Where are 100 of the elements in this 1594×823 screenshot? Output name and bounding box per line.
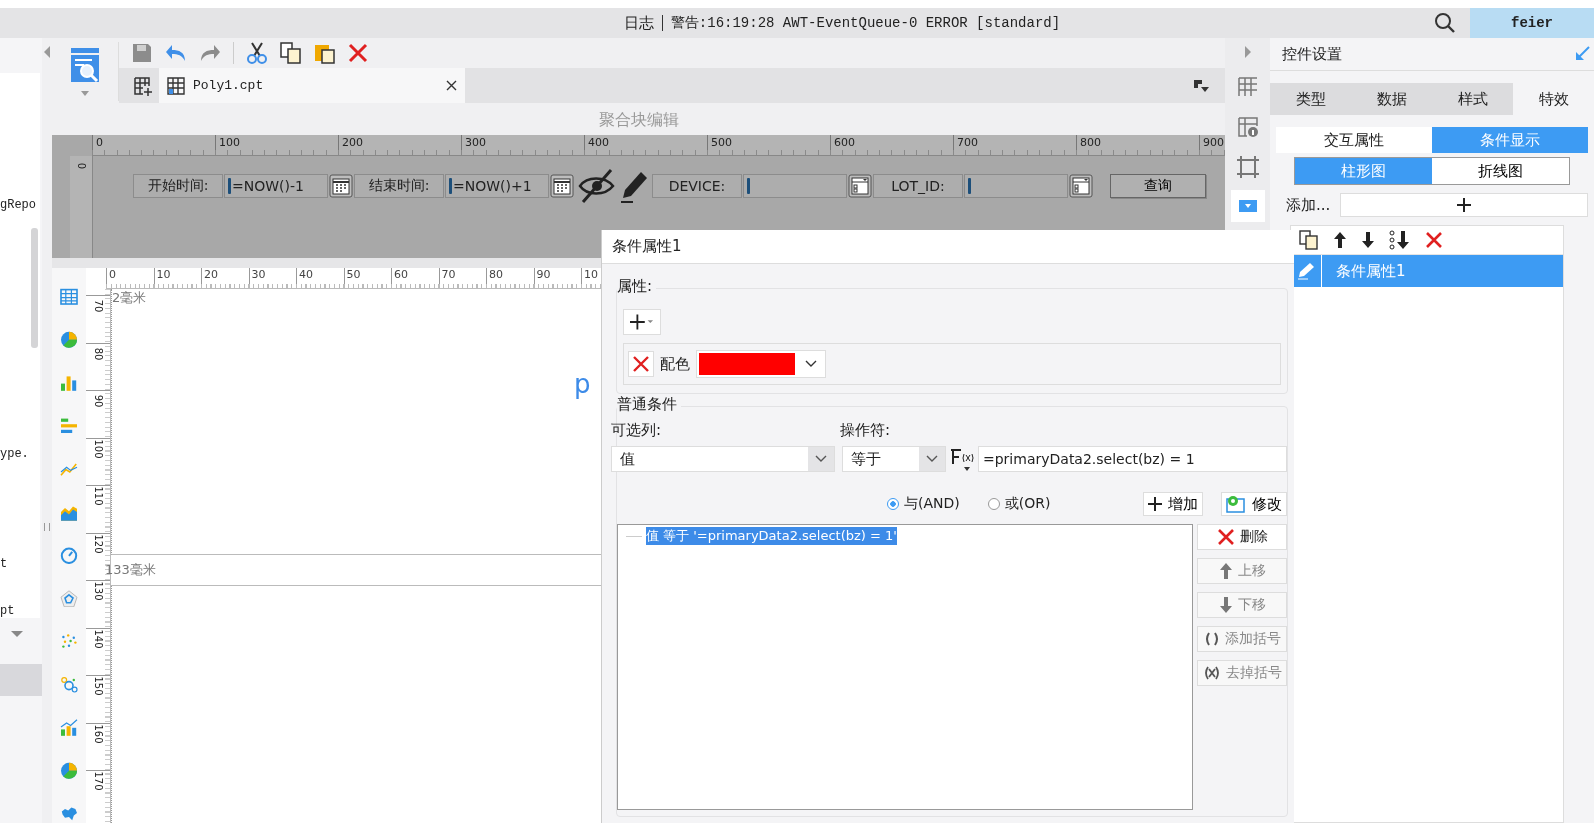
field-label: 操作符: bbox=[840, 421, 891, 440]
add-condition-button[interactable]: 增加 bbox=[1143, 492, 1203, 516]
plus-icon bbox=[630, 314, 654, 330]
ruler-label: 20 bbox=[201, 268, 249, 284]
dropdown-list-icon[interactable] bbox=[1069, 174, 1093, 198]
ruler-label: 90 bbox=[533, 268, 581, 284]
parameter-label: DEVICE: bbox=[652, 174, 742, 198]
ruler-label: 10 bbox=[153, 268, 201, 284]
chart-type-tab[interactable]: 折线图 bbox=[1432, 158, 1569, 184]
ruler-label: 400 bbox=[584, 135, 707, 150]
pie-chart-icon[interactable] bbox=[58, 762, 80, 780]
ruler-label: 40 bbox=[296, 268, 344, 284]
scrollbar[interactable] bbox=[31, 228, 38, 348]
color-picker[interactable] bbox=[696, 350, 826, 378]
copy-icon[interactable] bbox=[280, 42, 302, 64]
formula-icon[interactable] bbox=[949, 446, 975, 472]
settings-tab[interactable]: 数据 bbox=[1351, 83, 1432, 115]
ruler-label: 500 bbox=[707, 135, 830, 150]
condition-action-button[interactable]: 删除 bbox=[1197, 524, 1287, 550]
cell-info-icon[interactable] bbox=[1236, 116, 1259, 138]
arrow-up-icon[interactable] bbox=[1333, 231, 1347, 249]
widget-settings-tab[interactable] bbox=[1230, 190, 1265, 222]
parameter-input-field[interactable] bbox=[743, 174, 847, 198]
log-label[interactable]: 日志 bbox=[623, 13, 654, 33]
cut-icon[interactable] bbox=[246, 42, 268, 64]
ruler-label: 50 bbox=[343, 268, 391, 284]
file-name-fragment[interactable]: pt bbox=[0, 604, 15, 618]
arrow-down-icon[interactable] bbox=[1361, 231, 1375, 249]
file-name-fragment[interactable]: gRepo bbox=[0, 198, 36, 212]
settings-tab[interactable]: 特效 bbox=[1513, 83, 1594, 115]
column-select[interactable]: 值 bbox=[611, 446, 835, 472]
move-to-bottom-icon[interactable] bbox=[1389, 230, 1411, 250]
redo-icon[interactable] bbox=[199, 43, 221, 63]
arrow-down-icon bbox=[1218, 596, 1233, 614]
file-name-fragment[interactable]: ype. bbox=[0, 447, 29, 461]
arrow-up-icon bbox=[1218, 562, 1233, 580]
ruler-label: 0 bbox=[106, 268, 154, 284]
parameter-label: LOT_ID: bbox=[873, 174, 963, 198]
ruler-label: 0 bbox=[92, 135, 215, 150]
undo-icon[interactable] bbox=[165, 43, 187, 63]
brackets-icon bbox=[1203, 631, 1220, 647]
block-editor-title: 聚合块编辑 bbox=[597, 108, 680, 131]
expand-arrow-icon[interactable] bbox=[1243, 46, 1252, 58]
ruler-label: 200 bbox=[338, 135, 461, 150]
operator-select[interactable]: 等于 bbox=[842, 446, 946, 472]
table-icon[interactable] bbox=[58, 288, 80, 306]
delete-icon[interactable] bbox=[1425, 231, 1443, 249]
combo-chart-icon[interactable] bbox=[58, 719, 80, 737]
frame-icon[interactable] bbox=[1236, 156, 1259, 178]
formula-input-field[interactable]: =primaryData2.select(bz) = 1 bbox=[978, 446, 1287, 472]
logic-radio[interactable]: 或(OR) bbox=[987, 495, 1051, 513]
dropdown-arrow-icon[interactable] bbox=[10, 630, 24, 638]
copy-icon[interactable] bbox=[1299, 230, 1319, 250]
file-tab[interactable]: Poly1.cpt bbox=[159, 68, 465, 103]
color-label: 配色 bbox=[660, 354, 690, 374]
ruler-label: 140 bbox=[92, 628, 104, 649]
splitter-grip[interactable] bbox=[44, 523, 50, 531]
paste-icon[interactable] bbox=[314, 42, 336, 64]
pie-chart-icon[interactable] bbox=[58, 331, 80, 349]
ruler-label: 30 bbox=[248, 268, 296, 284]
ruler-label: 600 bbox=[830, 135, 953, 150]
horizontal-bar-chart-icon[interactable] bbox=[58, 417, 80, 435]
logic-radio[interactable]: 与(AND) bbox=[887, 495, 960, 513]
search-icon[interactable] bbox=[1434, 12, 1456, 34]
close-icon[interactable] bbox=[446, 80, 457, 91]
add-label: 添加... bbox=[1286, 195, 1331, 215]
remove-button[interactable] bbox=[628, 351, 654, 377]
tab-menu-icon[interactable] bbox=[1193, 78, 1209, 93]
layout-grid-icon[interactable] bbox=[1236, 76, 1259, 98]
pin-arrow-icon[interactable] bbox=[1574, 46, 1590, 62]
settings-tab[interactable]: 类型 bbox=[1270, 83, 1351, 115]
parameter-input-field[interactable] bbox=[964, 174, 1068, 198]
gauge-icon[interactable] bbox=[58, 546, 80, 565]
modify-condition-button[interactable]: 修改 bbox=[1221, 492, 1287, 516]
dropdown-list-icon[interactable] bbox=[848, 174, 872, 198]
bubble-chart-icon[interactable] bbox=[58, 676, 80, 694]
report-file-icon bbox=[167, 76, 185, 95]
calendar-icon[interactable] bbox=[550, 174, 574, 198]
file-name-fragment[interactable]: t bbox=[0, 557, 8, 571]
user-name[interactable]: feier bbox=[1470, 8, 1594, 38]
hidden-eye-icon[interactable] bbox=[577, 168, 617, 204]
parameter-input-field[interactable]: =NOW()-1 bbox=[224, 174, 328, 198]
save-icon[interactable] bbox=[131, 42, 153, 64]
radar-chart-icon[interactable] bbox=[58, 589, 80, 608]
parameter-input-field[interactable]: =NOW()+1 bbox=[445, 174, 549, 198]
add-attribute-button[interactable] bbox=[623, 309, 661, 335]
settings-tab[interactable]: 样式 bbox=[1432, 83, 1513, 115]
caret-icon[interactable] bbox=[81, 91, 89, 96]
query-button[interactable]: 查询 bbox=[1110, 174, 1206, 198]
ruler-label: 700 bbox=[953, 135, 1076, 150]
ruler-label: 90 bbox=[92, 394, 104, 408]
report-search-icon[interactable] bbox=[70, 47, 100, 83]
ruler-label: 170 bbox=[92, 771, 104, 791]
ruler-label: 300 bbox=[461, 135, 584, 150]
calendar-icon[interactable] bbox=[329, 174, 353, 198]
parameter-label: 开始时间: bbox=[133, 174, 223, 198]
collapse-arrow-icon[interactable] bbox=[43, 46, 51, 58]
delete-icon[interactable] bbox=[348, 43, 368, 63]
report-text: p bbox=[574, 369, 591, 399]
add-grid-icon[interactable] bbox=[133, 75, 153, 96]
